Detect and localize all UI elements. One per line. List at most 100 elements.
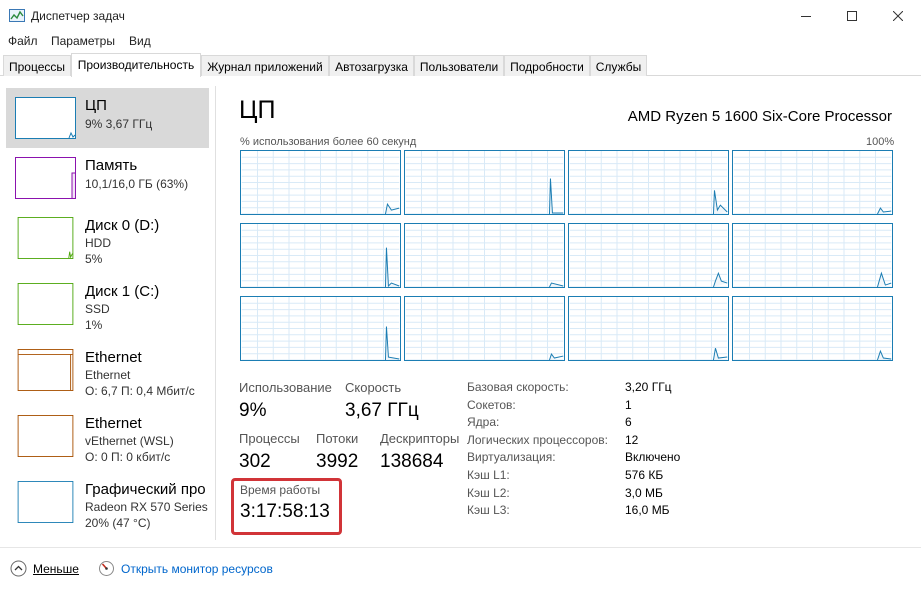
cpu-core-graph — [404, 150, 565, 215]
cpu-core-graph — [732, 296, 893, 361]
tab-processes[interactable]: Процессы — [3, 55, 71, 76]
sidebar-item-memory[interactable]: Память 10,1/16,0 ГБ (63%) — [6, 150, 209, 210]
maximize-icon — [847, 10, 857, 21]
disk-0-thumbnail-graph — [15, 217, 76, 259]
detail-value: 3,0 МБ — [625, 485, 663, 500]
tab-users[interactable]: Пользователи — [414, 55, 504, 76]
detail-value: 16,0 МБ — [625, 503, 670, 518]
detail-key: Базовая скорость: — [467, 380, 569, 394]
cpu-core-graph — [404, 223, 565, 288]
cpu-core-graph — [568, 296, 729, 361]
disk-1-thumbnail-graph — [15, 283, 76, 325]
handles-value: 138684 — [380, 451, 444, 472]
sidebar-item-type: HDD — [85, 236, 111, 250]
detail-key: Кэш L3: — [467, 503, 510, 518]
gpu-thumbnail-graph — [15, 481, 76, 523]
close-button[interactable] — [875, 0, 921, 31]
processes-label: Процессы — [239, 431, 300, 446]
cpu-core-graph — [240, 296, 401, 361]
detail-key: Сокетов: — [467, 397, 516, 412]
minimize-button[interactable] — [783, 0, 829, 31]
uptime-value: 3:17:58:13 — [240, 501, 330, 522]
sidebar-item-name: Графический про — [85, 481, 206, 498]
graph-caption: % использования более 60 секунд — [240, 136, 417, 148]
speed-value: 3,67 ГГц — [345, 400, 419, 421]
sidebar-item-detail: 10,1/16,0 ГБ (63%) — [85, 177, 189, 191]
close-icon — [893, 10, 903, 21]
less-details-label: Меньше — [33, 561, 79, 576]
detail-value: 576 КБ — [625, 468, 664, 482]
tab-startup[interactable]: Автозагрузка — [329, 55, 414, 76]
tab-performance[interactable]: Производительность — [71, 53, 201, 77]
cpu-core-graph — [568, 223, 729, 288]
open-resource-monitor-label: Открыть монитор ресурсов — [121, 561, 273, 576]
sidebar-item-detail: 1% — [85, 318, 103, 332]
cpu-core-graph — [404, 296, 565, 361]
usage-value: 9% — [239, 400, 267, 421]
window-title: Диспетчер задач — [31, 9, 125, 23]
sidebar-item-name: Диск 0 (D:) — [85, 217, 160, 234]
maximize-button[interactable] — [829, 0, 875, 31]
usage-label: Использование — [239, 380, 332, 395]
performance-sidebar: ЦП 9% 3,67 ГГц Память 10,1/16,0 ГБ (63%)… — [0, 86, 216, 540]
cpu-core-graph — [732, 150, 893, 215]
tab-app-history[interactable]: Журнал приложений — [201, 55, 329, 76]
sidebar-item-name: Диск 1 (C:) — [85, 283, 160, 300]
sidebar-item-detail: О: 0 П: 0 кбит/с — [85, 450, 171, 464]
handles-label: Дескрипторы — [380, 431, 460, 446]
menu-bar: Файл Параметры Вид — [0, 31, 921, 51]
threads-value: 3992 — [316, 451, 359, 472]
graph-max-label: 100% — [866, 136, 895, 148]
detail-key: Логических процессоров: — [467, 432, 608, 447]
sidebar-item-adapter: vEthernet (WSL) — [85, 434, 174, 448]
sidebar-item-name: Ethernet — [85, 415, 142, 432]
tab-details[interactable]: Подробности — [504, 55, 590, 76]
ethernet-wsl-thumbnail-graph — [15, 415, 76, 457]
cpu-core-graphs — [240, 150, 894, 361]
sidebar-item-ethernet[interactable]: Ethernet Ethernet О: 6,7 П: 0,4 Мбит/с — [6, 342, 209, 402]
sidebar-item-disk-1[interactable]: Диск 1 (C:) SSD 1% — [6, 276, 209, 336]
sidebar-item-cpu[interactable]: ЦП 9% 3,67 ГГц — [6, 88, 209, 148]
task-manager-icon — [9, 9, 25, 22]
sidebar-item-detail: 20% (47 °C) — [85, 516, 151, 530]
detail-key: Кэш L1: — [467, 468, 510, 482]
sidebar-item-adapter: Ethernet — [85, 368, 131, 382]
detail-key: Виртуализация: — [467, 450, 556, 465]
sidebar-item-type: SSD — [85, 302, 110, 316]
menu-view[interactable]: Вид — [129, 34, 151, 48]
detail-value: 1 — [625, 397, 632, 412]
ethernet-thumbnail-graph — [15, 349, 76, 391]
detail-key: Ядра: — [467, 415, 500, 430]
sidebar-item-name: Память — [85, 157, 138, 174]
menu-options[interactable]: Параметры — [51, 34, 115, 48]
sidebar-item-gpu[interactable]: Графический про Radeon RX 570 Series 20%… — [6, 474, 209, 534]
less-details-button[interactable]: Меньше — [10, 560, 79, 577]
sidebar-item-detail: 5% — [85, 252, 103, 266]
cpu-core-graph — [240, 150, 401, 215]
speed-label: Скорость — [345, 380, 402, 395]
tab-services[interactable]: Службы — [590, 55, 647, 76]
cpu-thumbnail-graph — [15, 97, 76, 139]
tab-bar: Процессы Производительность Журнал прило… — [0, 53, 921, 77]
detail-value: 12 — [625, 432, 639, 447]
footer: Меньше Открыть монитор ресурсов — [0, 547, 921, 593]
processor-name: AMD Ryzen 5 1600 Six-Core Processor — [627, 108, 892, 125]
open-resource-monitor-link[interactable]: Открыть монитор ресурсов — [98, 560, 273, 577]
title-bar: Диспетчер задач — [0, 0, 921, 31]
cpu-core-graph — [732, 223, 893, 288]
threads-label: Потоки — [316, 431, 359, 446]
processes-value: 302 — [239, 451, 271, 472]
sidebar-item-disk-0[interactable]: Диск 0 (D:) HDD 5% — [6, 210, 209, 270]
sidebar-item-ethernet-wsl[interactable]: Ethernet vEthernet (WSL) О: 0 П: 0 кбит/… — [6, 408, 209, 468]
detail-value: 3,20 ГГц — [625, 380, 672, 394]
sidebar-item-model: Radeon RX 570 Series — [85, 500, 208, 514]
detail-key: Кэш L2: — [467, 485, 510, 500]
sidebar-item-detail: 9% 3,67 ГГц — [85, 117, 153, 131]
page-title: ЦП — [239, 96, 276, 124]
sidebar-item-name: Ethernet — [85, 349, 142, 366]
sidebar-item-name: ЦП — [85, 97, 107, 114]
sidebar-item-detail: О: 6,7 П: 0,4 Мбит/с — [85, 384, 195, 398]
chevron-up-icon — [10, 560, 27, 577]
menu-file[interactable]: Файл — [8, 34, 38, 48]
detail-value: 6 — [625, 415, 632, 430]
